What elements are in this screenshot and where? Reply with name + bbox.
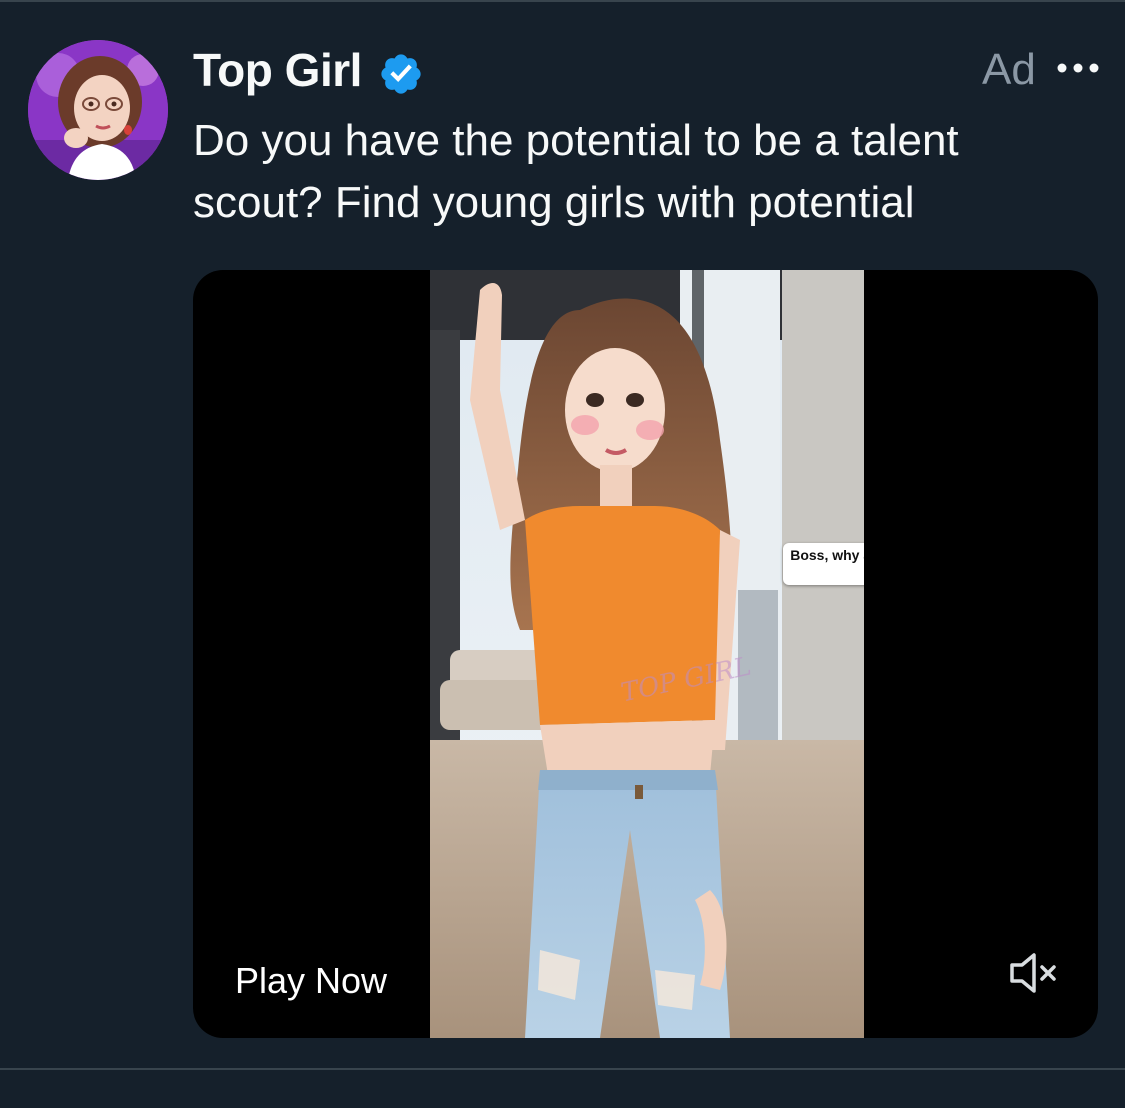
bottom-divider bbox=[0, 1068, 1125, 1070]
top-divider bbox=[0, 0, 1125, 2]
author-name[interactable]: Top Girl bbox=[193, 42, 362, 98]
caption-bubble: Boss, why are you waiting for me? bbox=[783, 543, 864, 585]
play-now-button[interactable]: Play Now bbox=[235, 960, 387, 1002]
video-thumbnail bbox=[430, 270, 864, 1038]
author-avatar[interactable] bbox=[28, 40, 168, 180]
tweet-text: Do you have the potential to be a talent… bbox=[193, 116, 959, 227]
avatar-illustration bbox=[28, 40, 168, 180]
more-options-icon[interactable] bbox=[1056, 58, 1100, 78]
verified-badge-icon bbox=[381, 54, 421, 94]
ad-label: Ad bbox=[982, 45, 1036, 94]
video-frame[interactable]: Boss, why are you waiting for me? TOP GI… bbox=[430, 270, 864, 1038]
video-player[interactable]: Boss, why are you waiting for me? TOP GI… bbox=[193, 270, 1098, 1038]
speaker-muted-icon[interactable] bbox=[1008, 950, 1060, 996]
